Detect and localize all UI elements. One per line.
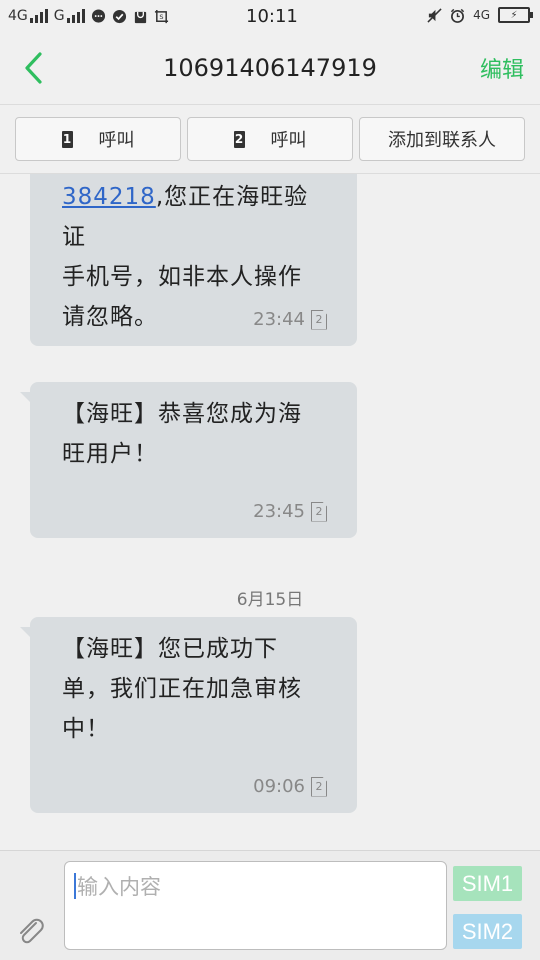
send-sim1-button[interactable]: SIM1	[453, 866, 522, 901]
right-network-label: 4G	[473, 8, 490, 22]
battery-icon: ⚡	[498, 7, 533, 23]
svg-text:S: S	[159, 12, 163, 20]
text-caret	[74, 873, 76, 899]
sim2-card-icon: 2	[311, 776, 327, 797]
edit-button[interactable]: 编辑	[480, 52, 524, 84]
mute-icon	[427, 7, 442, 23]
message-bubble[interactable]: 【海旺】您已成功下单，我们正在加急审核中！ 09:06 2	[20, 617, 357, 813]
call-sim1-label: 呼叫	[98, 130, 135, 151]
sim2-network-label: G	[53, 8, 65, 24]
conversation-header: 10691406147919 编辑	[0, 34, 540, 104]
message-text: 【海旺】恭喜您成为海旺用户！	[62, 401, 302, 467]
message-time: 23:45	[253, 501, 305, 522]
alarm-icon	[450, 8, 465, 23]
send-sim2-button[interactable]: SIM2	[453, 914, 522, 949]
message-bubble[interactable]: 384218,您正在海旺验证 手机号，如非本人操作请忽略。 23:44 2	[30, 174, 357, 346]
message-bubble[interactable]: 【海旺】恭喜您成为海旺用户！ 23:45 2	[20, 382, 357, 538]
conversation-title: 10691406147919	[163, 54, 377, 82]
call-sim2-button[interactable]: 2 呼叫	[187, 117, 353, 161]
check-notification-icon	[112, 9, 126, 23]
chat-notification-icon	[91, 8, 105, 23]
status-right: 4G ⚡	[427, 7, 533, 23]
call-sim2-label: 呼叫	[270, 130, 307, 151]
status-bar: 4G G S 10:11 4G ⚡	[0, 0, 540, 34]
sim2-signal: G	[54, 8, 85, 24]
message-time: 23:44	[253, 309, 305, 330]
sim2-card-icon: 2	[311, 501, 327, 522]
composer-bar: 输入内容 SIM1 SIM2	[0, 850, 540, 960]
message-input[interactable]: 输入内容	[64, 861, 447, 950]
message-text: 【海旺】您已成功下单，我们正在加急审核中！	[62, 636, 302, 742]
screenshot-notification-icon: S	[154, 9, 168, 23]
message-meta: 09:06 2	[253, 776, 327, 797]
sim2-card-icon: 2	[311, 309, 327, 330]
message-time: 09:06	[253, 776, 305, 797]
sim1-network-label: 4G	[8, 8, 28, 24]
message-list[interactable]: 384218,您正在海旺验证 手机号，如非本人操作请忽略。 23:44 2 【海…	[0, 174, 540, 850]
add-to-contacts-button[interactable]: 添加到联系人	[359, 117, 525, 161]
bag-notification-icon	[134, 11, 146, 23]
message-input-placeholder: 输入内容	[77, 875, 161, 899]
sim1-badge-icon: 1	[61, 130, 73, 148]
signal-icon	[66, 9, 85, 23]
date-separator: 6月15日	[236, 590, 304, 610]
action-row: 1 呼叫 2 呼叫 添加到联系人	[0, 104, 540, 174]
status-left: 4G G S	[8, 8, 169, 24]
call-sim1-button[interactable]: 1 呼叫	[15, 117, 181, 161]
attachment-paperclip-icon[interactable]	[16, 917, 48, 949]
verification-code-link[interactable]: 384218	[62, 184, 156, 210]
message-meta: 23:44 2	[253, 309, 327, 330]
add-to-contacts-label: 添加到联系人	[388, 130, 496, 151]
status-time: 10:11	[246, 6, 298, 27]
signal-icon	[29, 9, 48, 23]
message-meta: 23:45 2	[253, 501, 327, 522]
sim1-signal: 4G	[8, 8, 48, 24]
sim2-badge-icon: 2	[233, 130, 245, 148]
